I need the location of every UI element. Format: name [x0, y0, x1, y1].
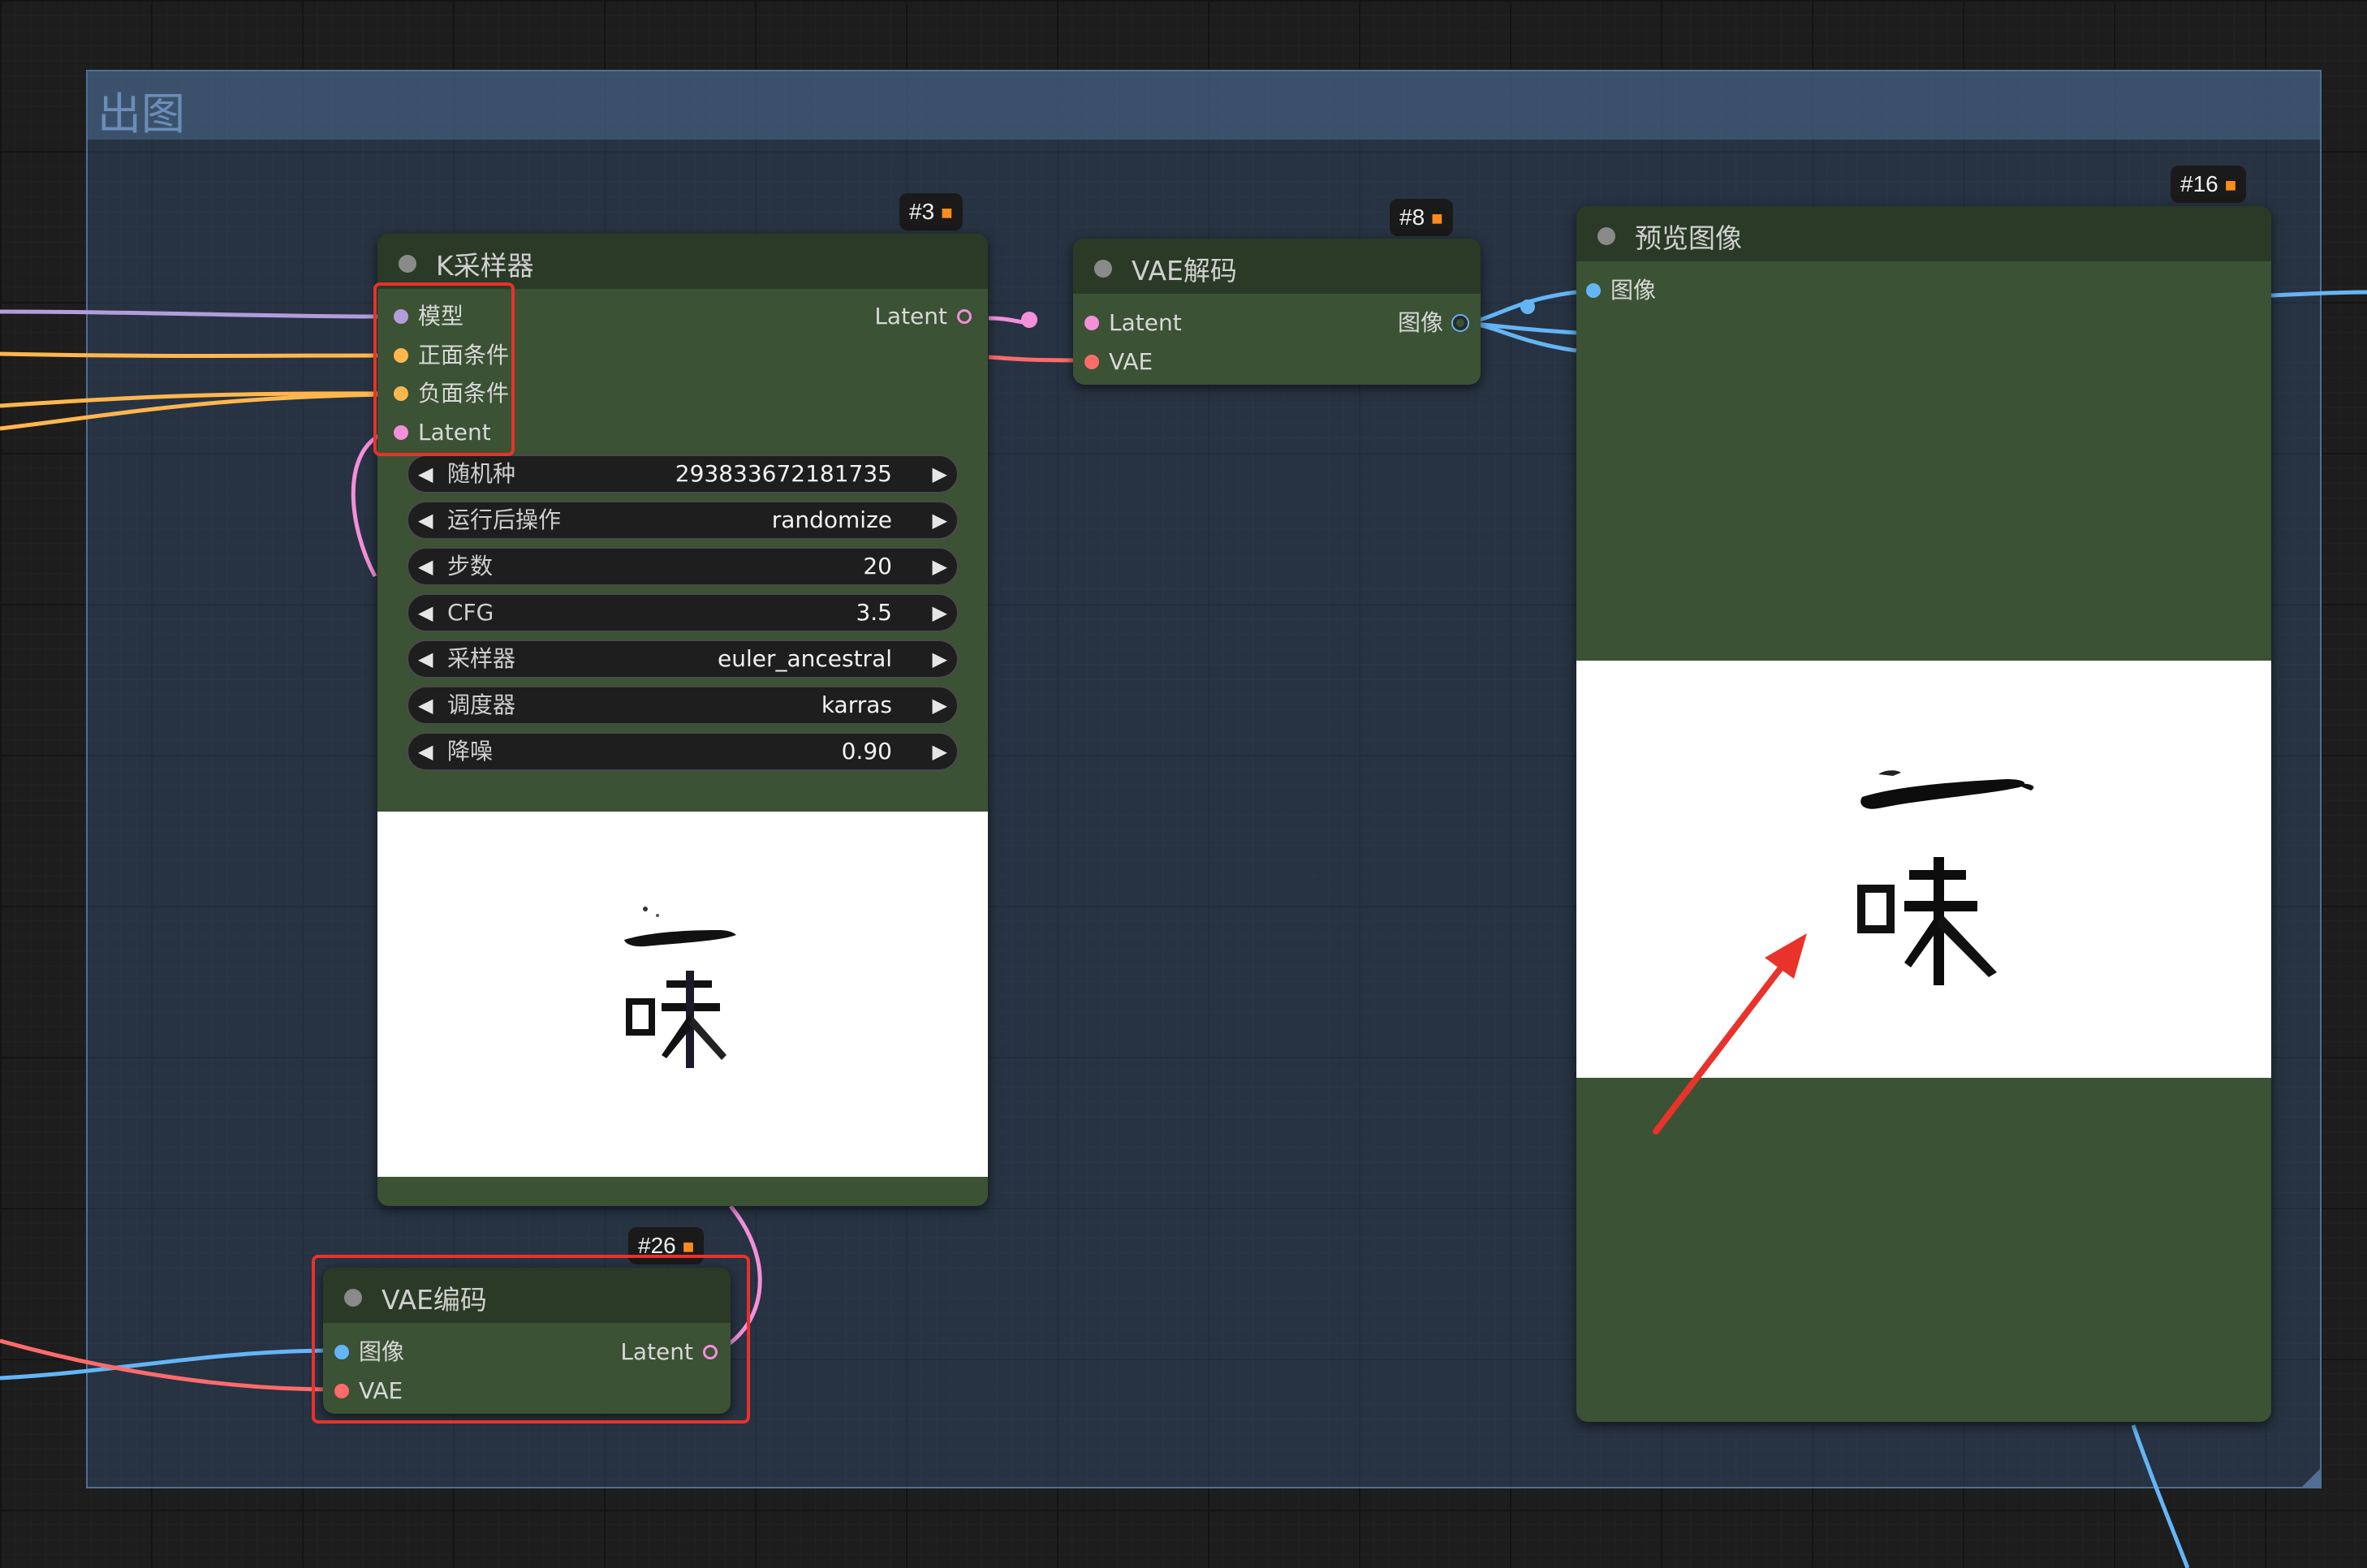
calligraphy-image	[624, 907, 736, 1068]
badge-text: #3	[909, 199, 935, 224]
preview-output-image[interactable]	[1576, 661, 2271, 1078]
widget-label: CFG	[447, 599, 494, 626]
ksampler-preview-image	[377, 812, 988, 1177]
fox-icon: ■	[2224, 174, 2237, 196]
output-pin-icon[interactable]	[1453, 316, 1468, 330]
triangle-left-icon[interactable]: ◀	[418, 687, 433, 723]
triangle-right-icon[interactable]: ▶	[933, 595, 947, 631]
widget-cfg[interactable]: ◀ CFG 3.5 ▶	[407, 593, 959, 632]
widget-denoise[interactable]: ◀ 降噪 0.90 ▶	[407, 732, 959, 771]
output-slot-latent[interactable]: Latent	[874, 300, 980, 333]
preview-image-node[interactable]: 预览图像 图像	[1576, 206, 2271, 1422]
triangle-right-icon[interactable]: ▶	[933, 456, 947, 492]
input-pin-icon[interactable]	[1084, 316, 1099, 330]
widget-sampler[interactable]: ◀ 采样器 euler_ancestral ▶	[407, 640, 959, 678]
vae-decode-node[interactable]: VAE解码 Latent VAE 图像	[1073, 239, 1481, 385]
widget-value: 293833672181735	[675, 460, 892, 487]
input-slot-image[interactable]: 图像	[1578, 274, 1656, 307]
vae-decode-header[interactable]: VAE解码	[1073, 239, 1481, 294]
badge-text: #8	[1399, 205, 1425, 230]
triangle-left-icon[interactable]: ◀	[418, 734, 433, 769]
widget-steps[interactable]: ◀ 步数 20 ▶	[407, 547, 959, 586]
triangle-left-icon[interactable]: ◀	[418, 502, 433, 538]
widget-value: euler_ancestral	[717, 645, 892, 672]
triangle-left-icon[interactable]: ◀	[418, 549, 433, 584]
triangle-right-icon[interactable]: ▶	[933, 502, 947, 538]
slot-label: Latent	[1109, 309, 1182, 336]
group-header[interactable]: 出图	[88, 71, 2320, 140]
output-pin-icon[interactable]	[957, 309, 972, 324]
group-resize-handle[interactable]	[2302, 1469, 2320, 1487]
triangle-right-icon[interactable]: ▶	[933, 734, 947, 769]
collapse-dot-icon[interactable]	[1597, 227, 1615, 245]
preview-header[interactable]: 预览图像	[1576, 206, 2271, 261]
highlight-box-inputs	[373, 282, 515, 456]
node-id-badge-vae-decode: #8 ■	[1390, 199, 1453, 236]
widget-seed[interactable]: ◀ 随机种 293833672181735 ▶	[407, 454, 959, 493]
widget-label: 降噪	[447, 738, 494, 765]
widget-value: karras	[821, 691, 892, 718]
input-pin-icon[interactable]	[1084, 355, 1099, 369]
ksampler-title: K采样器	[436, 250, 534, 282]
input-slot-latent[interactable]: Latent	[1076, 307, 1182, 339]
triangle-left-icon[interactable]: ◀	[418, 456, 433, 492]
collapse-dot-icon[interactable]	[1094, 260, 1112, 278]
preview-title: 预览图像	[1635, 222, 1742, 254]
slot-label: 图像	[1610, 277, 1657, 304]
widget-value: 3.5	[856, 599, 892, 626]
group-title: 出图	[97, 88, 185, 140]
vae-decode-title: VAE解码	[1132, 255, 1237, 286]
widget-scheduler[interactable]: ◀ 调度器 karras ▶	[407, 686, 959, 725]
highlight-box-vae-encode	[312, 1255, 750, 1424]
widget-label: 调度器	[447, 691, 516, 718]
widget-label: 运行后操作	[447, 506, 562, 533]
calligraphy-image	[1857, 770, 2034, 985]
fox-icon: ■	[1431, 208, 1443, 230]
slot-label: 图像	[1397, 309, 1443, 336]
input-slot-vae[interactable]: VAE	[1076, 346, 1153, 378]
triangle-right-icon[interactable]: ▶	[933, 549, 947, 584]
widget-label: 采样器	[447, 645, 516, 672]
fox-icon: ■	[941, 202, 953, 224]
triangle-right-icon[interactable]: ▶	[933, 687, 947, 723]
widget-value: 20	[863, 553, 892, 579]
slot-label: Latent	[874, 303, 947, 330]
triangle-left-icon[interactable]: ◀	[418, 595, 433, 631]
badge-text: #16	[2180, 171, 2218, 196]
widget-value: randomize	[771, 506, 892, 533]
ksampler-header[interactable]: K采样器	[377, 234, 988, 289]
node-id-badge-ksampler: #3 ■	[899, 193, 963, 230]
slot-label: VAE	[1109, 348, 1153, 375]
widget-label: 随机种	[447, 460, 516, 487]
widget-label: 步数	[447, 553, 494, 579]
widget-value: 0.90	[841, 738, 892, 765]
widget-control-after-generate[interactable]: ◀ 运行后操作 randomize ▶	[407, 501, 959, 540]
triangle-left-icon[interactable]: ◀	[418, 641, 433, 677]
input-pin-icon[interactable]	[1586, 283, 1601, 298]
triangle-right-icon[interactable]: ▶	[933, 641, 947, 677]
node-id-badge-preview: #16 ■	[2171, 166, 2247, 203]
output-slot-image[interactable]: 图像	[1398, 307, 1476, 339]
collapse-dot-icon[interactable]	[399, 255, 416, 273]
